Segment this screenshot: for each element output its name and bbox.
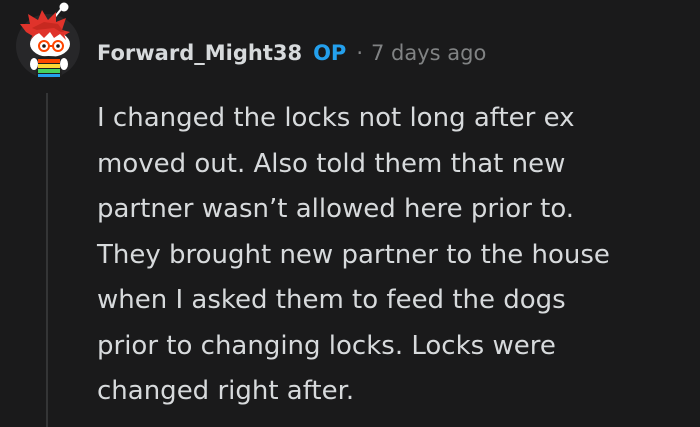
comment-header: Forward_Might38 OP · 7 days ago [97,33,486,73]
comment-body-line: I changed the locks not long after ex [97,103,575,133]
comment-body: I changed the locks not long after ex mo… [97,96,687,415]
separator-dot: · [356,41,364,65]
snoo-avatar-icon [16,2,80,78]
comment-body-line: when I asked them to feed the dogs [97,285,566,315]
user-avatar[interactable] [14,2,82,84]
comment-body-line: prior to changing locks. Locks were [97,330,556,361]
author-username[interactable]: Forward_Might38 [97,41,302,65]
comment-timestamp[interactable]: 7 days ago [371,41,486,65]
comment-body-line: changed right after. [97,376,355,406]
thread-collapse-line[interactable] [46,93,48,427]
comment: Forward_Might38 OP · 7 days ago I change… [0,0,700,427]
comment-body-line: partner wasn’t allowed here prior to. [97,194,575,224]
comment-body-line: They brought new partner to the house [97,239,610,270]
comment-body-line: moved out. Also told them that new [97,148,566,179]
op-badge: OP [313,41,347,65]
